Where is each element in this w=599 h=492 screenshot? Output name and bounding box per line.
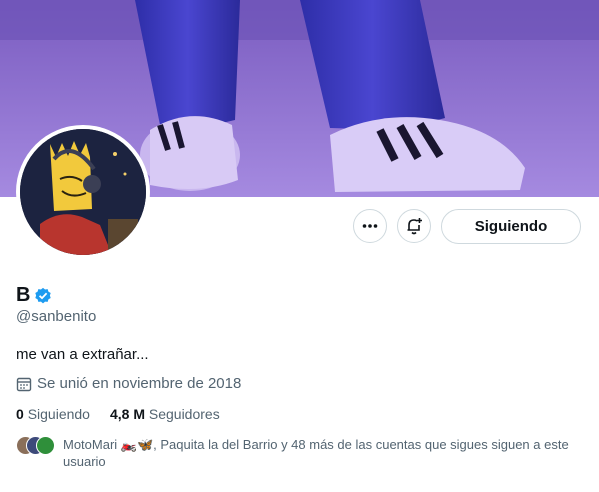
verified-badge-icon[interactable]	[34, 287, 52, 305]
more-options-button[interactable]	[353, 209, 387, 243]
calendar-icon	[16, 377, 32, 391]
known-followers-text: MotoMari 🏍️🦋, Paquita la del Barrio y 48…	[63, 437, 569, 469]
avatar-image	[20, 129, 146, 255]
follower-avatar	[36, 436, 55, 455]
followers-stat[interactable]: 4,8 M Seguidores	[110, 406, 220, 422]
following-stat[interactable]: 0 Siguiendo	[16, 406, 90, 422]
bell-plus-icon	[407, 218, 422, 235]
profile-avatar[interactable]	[16, 125, 150, 259]
following-button[interactable]: Siguiendo	[441, 209, 581, 244]
known-followers-avatars	[16, 436, 56, 456]
profile-handle: @sanbenito	[16, 308, 97, 325]
display-name: B	[16, 284, 31, 306]
follow-stats: 0 Siguiendo 4,8 M Seguidores	[16, 406, 240, 422]
notifications-button[interactable]	[397, 209, 431, 243]
name-row: B	[16, 284, 52, 307]
known-followers[interactable]: MotoMari 🏍️🦋, Paquita la del Barrio y 48…	[16, 436, 586, 470]
followers-count: 4,8 M	[109, 406, 145, 422]
following-count: 0	[16, 406, 24, 422]
following-label: Siguiendo	[27, 406, 90, 422]
followers-label: Seguidores	[148, 406, 220, 422]
join-date-text: Se unió en noviembre de 2018	[37, 375, 242, 392]
join-date: Se unió en noviembre de 2018	[16, 375, 241, 392]
profile-bio: me van a extrañar...	[16, 346, 149, 363]
more-icon	[362, 224, 378, 228]
